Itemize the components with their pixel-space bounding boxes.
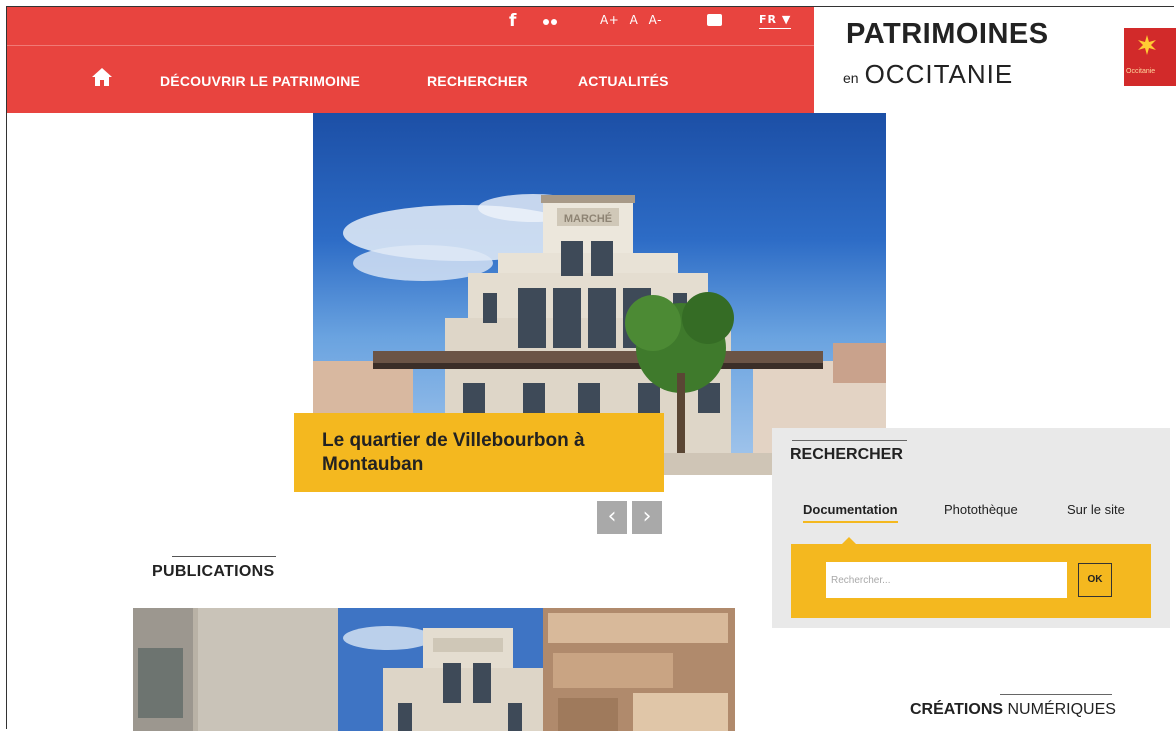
search-rule bbox=[792, 440, 907, 441]
publication-thumbnails bbox=[133, 608, 735, 731]
nav-item-decouvrir[interactable]: DÉCOUVRIR LE PATRIMOINE bbox=[160, 73, 360, 89]
publication-thumb-3[interactable] bbox=[543, 608, 735, 731]
site-logo-title[interactable]: PATRIMOINES bbox=[846, 18, 1049, 51]
search-tab-documentation[interactable]: Documentation bbox=[803, 502, 898, 523]
publications-rule bbox=[172, 556, 276, 557]
creations-title: CRÉATIONS NUMÉRIQUES bbox=[910, 701, 1116, 719]
region-occitanie-logo[interactable]: Occitanie bbox=[1124, 28, 1176, 86]
creations-rule bbox=[1000, 694, 1112, 695]
search-tab-site[interactable]: Sur le site bbox=[1067, 502, 1125, 517]
nav-item-rechercher[interactable]: RECHERCHER bbox=[427, 73, 528, 89]
brand-region: OCCITANIE bbox=[864, 59, 1014, 89]
site-header: f A+ A A- FR ▼ DÉCOUVRIR LE PATRIMOINE R… bbox=[7, 7, 814, 113]
creations-title-rest: NUMÉRIQUES bbox=[1007, 701, 1116, 718]
search-panel: RECHERCHER Documentation Photothèque Sur… bbox=[772, 428, 1170, 628]
search-form: OK bbox=[791, 544, 1151, 618]
brand-en: en bbox=[843, 70, 859, 86]
occitan-cross-icon bbox=[1138, 35, 1156, 55]
nav-item-actualites[interactable]: ACTUALITÉS bbox=[578, 73, 669, 89]
home-icon[interactable] bbox=[91, 67, 113, 87]
publication-thumb-1[interactable] bbox=[133, 608, 338, 731]
site-logo-subtitle: en OCCITANIE bbox=[843, 59, 1013, 90]
font-size-controls: A+ A A- bbox=[600, 13, 668, 27]
font-reset-button[interactable]: A bbox=[630, 13, 639, 27]
search-submit-button[interactable]: OK bbox=[1078, 563, 1112, 597]
hero-caption[interactable]: Le quartier de Villebourbon à Montauban bbox=[294, 413, 664, 492]
hero-caption-text: Le quartier de Villebourbon à Montauban bbox=[322, 430, 585, 475]
flickr-icon[interactable] bbox=[543, 13, 559, 29]
building-sign: MARCHÉ bbox=[564, 212, 612, 225]
utility-bar: f A+ A A- FR ▼ bbox=[7, 7, 814, 46]
font-decrease-button[interactable]: A- bbox=[649, 13, 662, 27]
region-logo-text: Occitanie bbox=[1126, 68, 1156, 75]
main-navigation: DÉCOUVRIR LE PATRIMOINE RECHERCHER ACTUA… bbox=[7, 45, 814, 113]
facebook-icon[interactable]: f bbox=[509, 11, 516, 31]
print-icon[interactable] bbox=[707, 11, 722, 27]
slider-next-button[interactable]: › bbox=[632, 501, 662, 534]
publications-title: PUBLICATIONS bbox=[152, 563, 275, 580]
search-tab-pointer bbox=[842, 537, 856, 544]
language-selector[interactable]: FR ▼ bbox=[759, 13, 792, 29]
search-input[interactable] bbox=[826, 562, 1067, 598]
search-tab-phototheque[interactable]: Photothèque bbox=[944, 502, 1018, 517]
search-title: RECHERCHER bbox=[790, 446, 903, 463]
publications-carousel bbox=[133, 608, 735, 731]
slider-prev-button[interactable]: ‹ bbox=[597, 501, 627, 534]
publication-thumb-2[interactable] bbox=[338, 608, 543, 731]
font-increase-button[interactable]: A+ bbox=[600, 13, 619, 27]
creations-title-bold: CRÉATIONS bbox=[910, 701, 1004, 718]
